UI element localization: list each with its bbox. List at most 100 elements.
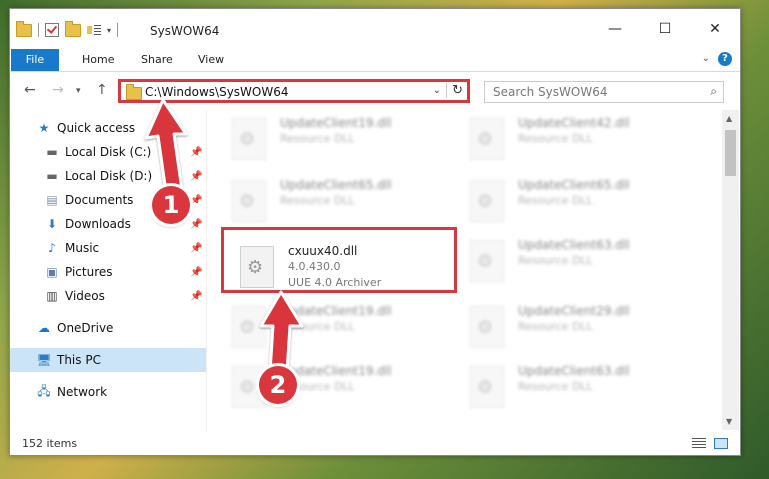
file-name: UpdateClient19.dll: [280, 304, 392, 318]
file-item[interactable]: UpdateClient29.dll Resource DLL: [448, 300, 678, 356]
scroll-down-icon[interactable]: ▼: [726, 417, 732, 426]
sidebar-item-quick-access[interactable]: ★ Quick access: [10, 116, 206, 140]
sidebar-item-label: Downloads: [65, 217, 131, 231]
tab-view[interactable]: View: [186, 49, 236, 71]
dll-file-icon: [470, 306, 504, 348]
film-icon: ▥: [46, 289, 58, 303]
window-controls: — ☐ ✕: [590, 17, 740, 41]
sidebar-item-music[interactable]: ♪ Music 📌: [10, 236, 206, 260]
file-type: Resource DLL: [280, 132, 355, 145]
sidebar-item-label: Quick access: [57, 121, 136, 135]
minimize-button[interactable]: —: [590, 17, 640, 41]
pane-divider: [206, 110, 207, 432]
sidebar-item-label: Documents: [65, 193, 134, 207]
cloud-icon: ☁: [38, 321, 50, 335]
sidebar-item-label: Videos: [65, 289, 105, 303]
sidebar-item-onedrive[interactable]: ☁ OneDrive: [10, 316, 206, 340]
file-item[interactable]: UpdateClient19.dll Resource DLL: [210, 360, 440, 416]
dll-file-icon: [232, 306, 266, 348]
pin-icon[interactable]: 📌: [190, 291, 202, 302]
file-item[interactable]: UpdateClient65.dll Resource DLL: [210, 174, 440, 230]
close-button[interactable]: ✕: [690, 17, 740, 41]
navigation-pane: ★ Quick access ▬ Local Disk (C:) 📌 ▬ Loc…: [10, 110, 206, 432]
sidebar-item-local-disk-c[interactable]: ▬ Local Disk (C:) 📌: [10, 140, 206, 164]
ribbon-tabs: File Home Share View ⌄ ?: [10, 49, 740, 72]
file-name: UpdateClient63.dll: [518, 238, 630, 252]
pin-icon[interactable]: 📌: [190, 171, 202, 182]
address-dropdown-icon[interactable]: ⌄: [433, 85, 441, 96]
maximize-button[interactable]: ☐: [640, 17, 690, 41]
recent-locations-icon[interactable]: ▾: [76, 86, 81, 96]
drive-icon: ▬: [46, 169, 58, 183]
sidebar-item-local-disk-d[interactable]: ▬ Local Disk (D:) 📌: [10, 164, 206, 188]
item-count: 152 items: [22, 437, 78, 450]
file-name: UpdateClient63.dll: [518, 364, 630, 378]
sidebar-item-this-pc[interactable]: 🖥 This PC: [10, 348, 206, 372]
file-item[interactable]: UpdateClient63.dll Resource DLL: [448, 234, 678, 290]
refresh-icon[interactable]: ↻: [446, 83, 463, 98]
file-name: UpdateClient19.dll: [280, 364, 392, 378]
status-bar: 152 items: [10, 433, 740, 455]
file-type: Resource DLL: [518, 254, 593, 267]
sidebar-item-label: This PC: [57, 353, 101, 367]
search-box[interactable]: Search SysWOW64 ⌕: [484, 81, 724, 103]
drive-icon: ▬: [46, 145, 58, 159]
customize-toolbar-icon[interactable]: [87, 24, 101, 36]
up-arrow-icon[interactable]: ↑: [96, 82, 108, 98]
file-name: UpdateClient65.dll: [518, 178, 630, 192]
search-icon[interactable]: ⌕: [710, 84, 717, 99]
title-bar: ▾ SysWOW64 — ☐ ✕: [10, 9, 740, 49]
sidebar-item-pictures[interactable]: ▣ Pictures 📌: [10, 260, 206, 284]
pin-icon[interactable]: 📌: [190, 195, 202, 206]
address-bar[interactable]: C:\Windows\SysWOW64 ⌄ ↻: [118, 79, 470, 103]
step-2-badge: 2: [259, 366, 297, 404]
pin-icon[interactable]: 📌: [190, 219, 202, 230]
properties-check-icon[interactable]: [45, 23, 59, 37]
file-item[interactable]: UpdateClient19.dll Resource DLL: [210, 300, 440, 356]
toolbar-separator: [38, 23, 39, 37]
search-placeholder: Search SysWOW64: [493, 85, 608, 99]
address-path[interactable]: C:\Windows\SysWOW64: [145, 85, 289, 99]
tab-file[interactable]: File: [11, 49, 59, 71]
document-icon: ▤: [46, 193, 58, 207]
star-icon: ★: [38, 121, 50, 135]
file-type: Resource DLL: [280, 320, 355, 333]
music-note-icon: ♪: [48, 241, 56, 255]
step-1-badge: 1: [152, 186, 190, 224]
file-type: Resource DLL: [280, 194, 355, 207]
scroll-up-icon[interactable]: ▲: [726, 114, 732, 123]
sidebar-item-videos[interactable]: ▥ Videos 📌: [10, 284, 206, 308]
toolbar-dropdown-icon[interactable]: ▾: [107, 26, 111, 35]
details-view-icon[interactable]: [692, 438, 706, 449]
back-arrow-icon[interactable]: ←: [24, 82, 36, 98]
network-icon: 🖧: [37, 383, 51, 398]
file-item[interactable]: UpdateClient65.dll Resource DLL: [448, 174, 678, 230]
new-folder-icon[interactable]: [65, 20, 81, 37]
file-name: UpdateClient29.dll: [518, 304, 630, 318]
vertical-scrollbar[interactable]: ▲ ▼: [722, 110, 739, 430]
dll-file-icon: [470, 118, 504, 160]
file-item[interactable]: UpdateClient19.dll Resource DLL: [210, 112, 440, 168]
sidebar-item-label: Music: [65, 241, 100, 255]
help-icon[interactable]: ?: [718, 52, 732, 66]
picture-icon: ▣: [46, 265, 58, 279]
dll-file-icon: [232, 118, 266, 160]
file-item[interactable]: UpdateClient63.dll Resource DLL: [448, 360, 678, 416]
large-icons-view-icon[interactable]: [714, 438, 728, 449]
window-title: SysWOW64: [150, 24, 220, 38]
highlight-selected-file: [221, 227, 457, 293]
tab-home[interactable]: Home: [70, 49, 126, 71]
forward-arrow-icon[interactable]: →: [52, 82, 64, 98]
dll-file-icon: [232, 180, 266, 222]
scroll-thumb[interactable]: [725, 130, 736, 176]
tab-share[interactable]: Share: [129, 49, 185, 71]
navigation-bar: ← → ▾ ↑ C:\Windows\SysWOW64 ⌄ ↻ Search S…: [10, 72, 740, 108]
pin-icon[interactable]: 📌: [190, 147, 202, 158]
expand-ribbon-icon[interactable]: ⌄: [702, 53, 710, 64]
pin-icon[interactable]: 📌: [190, 267, 202, 278]
file-type: Resource DLL: [518, 380, 593, 393]
pin-icon[interactable]: 📌: [190, 243, 202, 254]
file-type: Resource DLL: [518, 320, 593, 333]
sidebar-item-network[interactable]: 🖧 Network: [10, 380, 206, 404]
file-item[interactable]: UpdateClient42.dll Resource DLL: [448, 112, 678, 168]
